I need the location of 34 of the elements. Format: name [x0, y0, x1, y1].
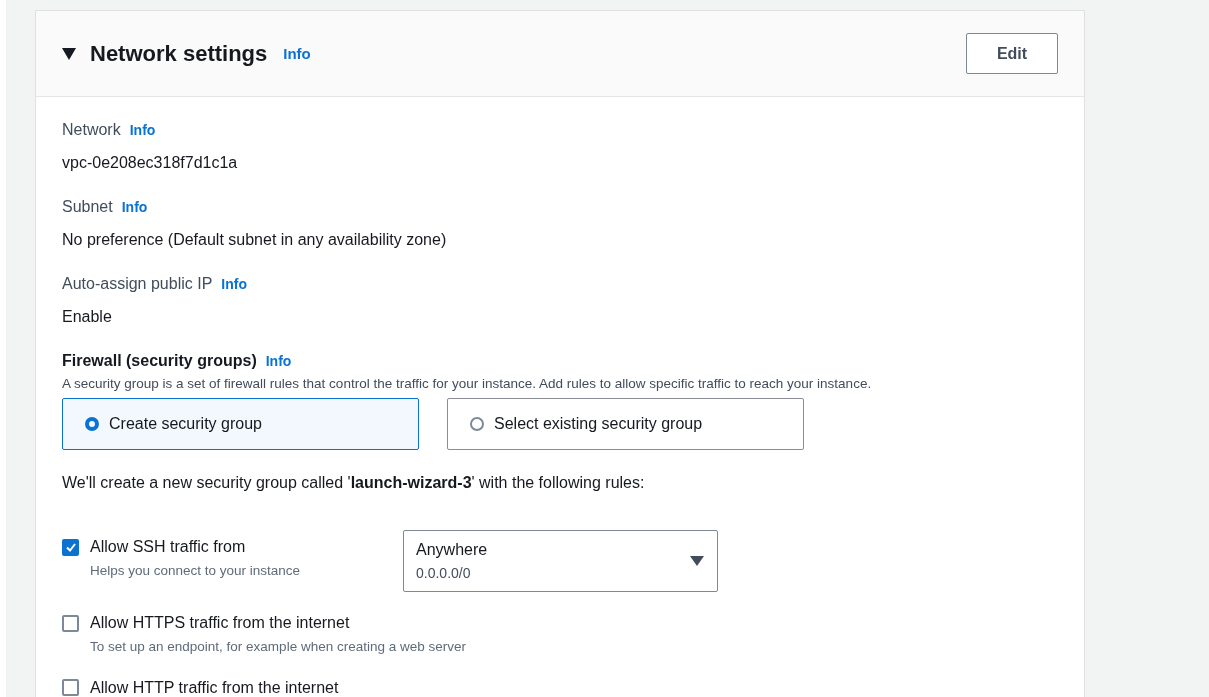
- radio-tile[interactable]: Create security group: [62, 398, 419, 450]
- field-value: vpc-0e208ec318f7d1c1a: [62, 154, 239, 172]
- checkbox[interactable]: [62, 679, 79, 697]
- radio-tile[interactable]: Select existing security group: [447, 398, 804, 450]
- info-link[interactable]: Info: [129, 122, 156, 138]
- field-value: Enable: [62, 308, 113, 326]
- checkbox[interactable]: [62, 614, 79, 632]
- checkbox-label: Allow HTTP traffic from the internet: [90, 678, 339, 697]
- source-select[interactable]: Anywhere 0.0.0.0/0: [403, 530, 718, 592]
- field-label: Network: [62, 121, 121, 139]
- firewall-description: A security group is a set of firewall rules that control the traffic for your instance. Add rules to allow specific traffic to reach your instance.: [62, 376, 873, 391]
- check-icon: [64, 541, 77, 553]
- caret-icon[interactable]: [62, 47, 76, 60]
- checkbox-hint: Helps you connect to your instance: [90, 562, 302, 580]
- field-label: Subnet: [62, 198, 113, 216]
- field-value: No preference (Default subnet in any availability zone): [62, 231, 448, 249]
- select-value: Anywhere: [416, 541, 488, 559]
- checkbox-hint: To set up an endpoint, for example when creating a web server: [90, 638, 466, 656]
- firewall-label: Firewall (security groups): [62, 352, 257, 370]
- select-detail: 0.0.0.0/0: [416, 565, 472, 581]
- checkbox-label: Allow SSH traffic from: [90, 538, 246, 556]
- section-title: Network settings: [90, 40, 268, 67]
- info-link[interactable]: Info: [221, 276, 247, 292]
- info-link[interactable]: Info: [283, 45, 311, 62]
- info-link[interactable]: Info: [265, 353, 292, 369]
- radio-button[interactable]: [85, 417, 99, 431]
- checkbox-label: Allow HTTPS traffic from the internet: [90, 614, 350, 632]
- info-link[interactable]: Info: [121, 199, 148, 215]
- edit-button[interactable]: Edit: [966, 33, 1058, 74]
- caret-icon: [690, 556, 704, 566]
- radio-button[interactable]: [470, 417, 484, 431]
- security-group-note: We'll create a new security group called 'launch-wizard-3' with the following rules:: [62, 474, 646, 492]
- checkbox[interactable]: [62, 538, 79, 556]
- field-label: Auto-assign public IP: [62, 275, 213, 293]
